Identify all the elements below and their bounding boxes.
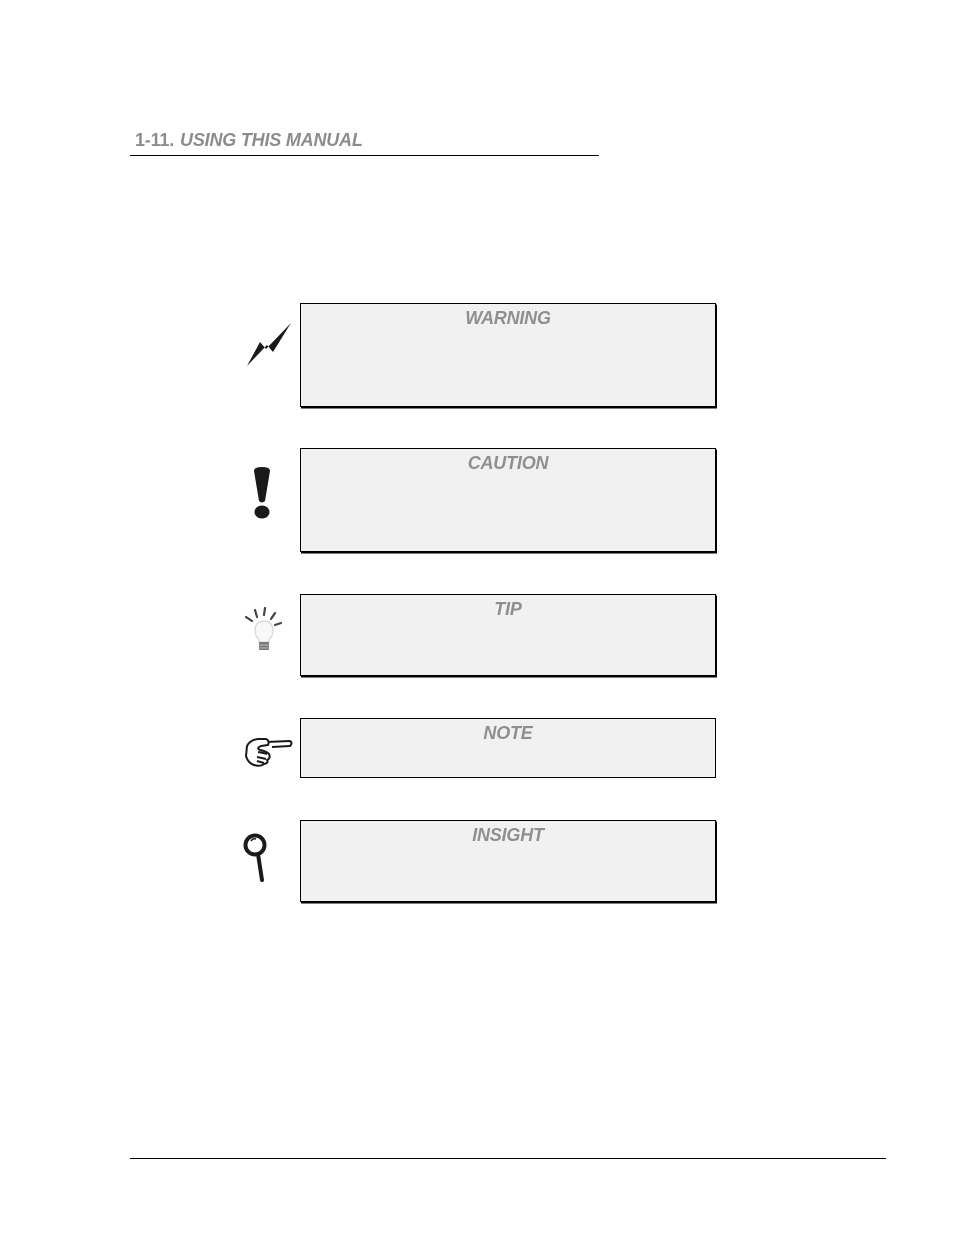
note-box: NOTE [300, 718, 716, 778]
lightbulb-icon [243, 606, 283, 658]
tip-box: TIP [300, 594, 716, 676]
lightning-bolt-icon [246, 322, 292, 373]
warning-title: WARNING [465, 308, 551, 328]
caution-box: CAUTION [300, 448, 716, 552]
heading-underline [130, 155, 599, 156]
warning-box: WARNING [300, 303, 716, 407]
insight-box: INSIGHT [300, 820, 716, 902]
caution-title: CAUTION [467, 453, 549, 473]
magnifying-glass-icon [243, 833, 271, 888]
footer-rule [130, 1158, 886, 1159]
section-title: USING THIS MANUAL [180, 130, 363, 150]
section-number: 1-11. [135, 130, 175, 150]
exclamation-icon [251, 467, 273, 524]
section-heading: 1-11. USING THIS MANUAL [135, 130, 363, 151]
tip-title: TIP [494, 599, 522, 619]
note-title: NOTE [483, 723, 533, 743]
insight-title: INSIGHT [472, 825, 544, 845]
pointing-hand-icon [244, 736, 294, 773]
